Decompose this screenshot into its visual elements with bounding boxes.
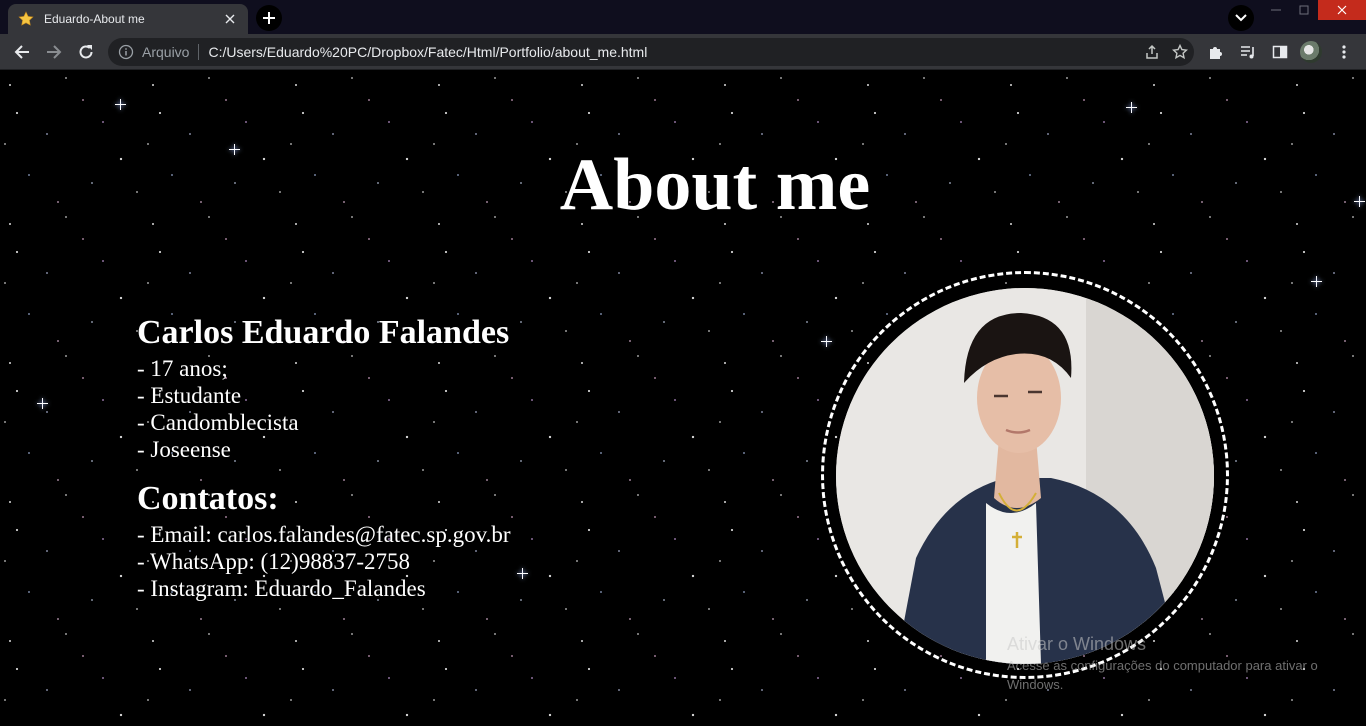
share-button[interactable] (1138, 38, 1166, 66)
chevron-down-icon (1235, 14, 1247, 22)
window-maximize-button[interactable] (1290, 0, 1318, 20)
bio-item: - Estudante (137, 383, 242, 408)
side-panel-button[interactable] (1266, 38, 1294, 66)
maximize-icon (1299, 5, 1309, 15)
omnibox-divider (198, 44, 200, 60)
tab-close-icon[interactable] (222, 11, 238, 27)
bio-section: Carlos Eduardo Falandes - 17 anos; - Est… (137, 311, 697, 602)
info-icon[interactable] (118, 44, 134, 60)
menu-button[interactable] (1330, 38, 1358, 66)
url-text[interactable]: C:/Users/Eduardo%20PC/Dropbox/Fatec/Html… (208, 44, 1138, 60)
arrow-left-icon (14, 45, 29, 59)
profile-avatar[interactable] (1300, 41, 1322, 63)
watermark-title: Ativar o Windows (1007, 634, 1147, 654)
side-panel-icon (1272, 45, 1288, 59)
sparkle-star (115, 99, 126, 110)
contact-whatsapp: - WhatsApp: (12)98837-2758 (137, 549, 410, 574)
sparkle-star (1126, 102, 1137, 113)
profile-photo (836, 288, 1214, 664)
reload-icon (79, 45, 93, 59)
browser-toolbar: Arquivo C:/Users/Eduardo%20PC/Dropbox/Fa… (0, 34, 1366, 70)
contacts-heading: Contatos: (137, 480, 279, 517)
person-name: Carlos Eduardo Falandes (137, 314, 510, 351)
media-queue-icon (1241, 46, 1254, 59)
minimize-icon (1271, 9, 1281, 11)
tab-title: Eduardo-About me (44, 12, 145, 26)
sparkle-star (821, 336, 832, 347)
kebab-menu-icon (1342, 45, 1346, 59)
close-icon (1337, 5, 1347, 15)
watermark-subtitle: Acesse as configurações do computador pa… (1007, 658, 1318, 692)
star-icon (1172, 44, 1188, 60)
bookmark-button[interactable] (1166, 38, 1194, 66)
window-minimize-button[interactable] (1262, 0, 1290, 20)
tab-search-button[interactable] (1228, 5, 1254, 31)
file-scheme-label: Arquivo (142, 44, 190, 60)
plus-icon (263, 12, 275, 24)
arrow-right-icon (47, 45, 62, 59)
back-button[interactable] (8, 38, 36, 66)
contact-instagram: - Instagram: Eduardo_Falandes (137, 576, 426, 601)
puzzle-icon (1210, 47, 1222, 59)
address-bar[interactable]: Arquivo C:/Users/Eduardo%20PC/Dropbox/Fa… (108, 38, 1194, 66)
new-tab-button[interactable] (256, 5, 282, 31)
page-title: About me (559, 144, 871, 226)
extensions-button[interactable] (1202, 38, 1230, 66)
bio-item: - 17 anos; (137, 356, 228, 381)
share-icon (1146, 44, 1158, 59)
window-close-button[interactable] (1318, 0, 1366, 20)
browser-title-bar: Eduardo-About me (0, 0, 1366, 34)
forward-button[interactable] (40, 38, 68, 66)
bio-item: - Candomblecista (137, 410, 299, 435)
bio-item: - Joseense (137, 437, 231, 462)
browser-tab[interactable]: Eduardo-About me (8, 4, 248, 34)
reload-button[interactable] (72, 38, 100, 66)
reading-list-button[interactable] (1234, 38, 1262, 66)
contact-email: - Email: carlos.falandes@fatec.sp.gov.br (137, 522, 511, 547)
star-favicon-icon (18, 11, 34, 27)
sparkle-star (1311, 276, 1322, 287)
sparkle-star (37, 398, 48, 409)
page-viewport: About me Carlos Eduardo Falandes - 17 an… (0, 71, 1366, 726)
windows-activation-watermark: Ativar o Windows Acesse as configurações… (1007, 632, 1327, 694)
